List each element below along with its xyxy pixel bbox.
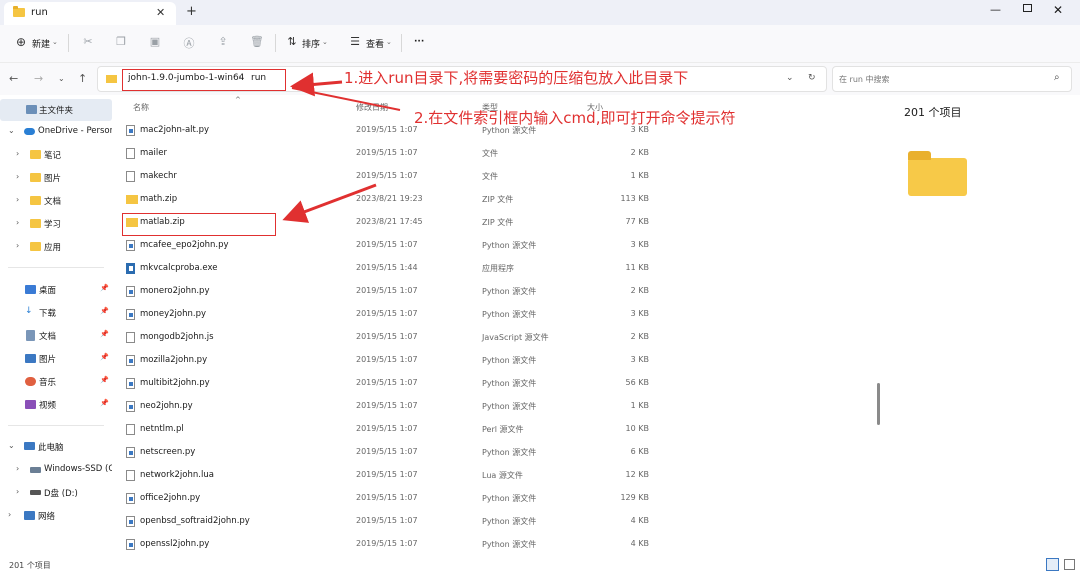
annotation-arrows: [282, 72, 401, 223]
arrow-to-address: [290, 72, 343, 97]
arrow-to-file: [282, 183, 377, 223]
arrow-step-2: [291, 87, 401, 111]
